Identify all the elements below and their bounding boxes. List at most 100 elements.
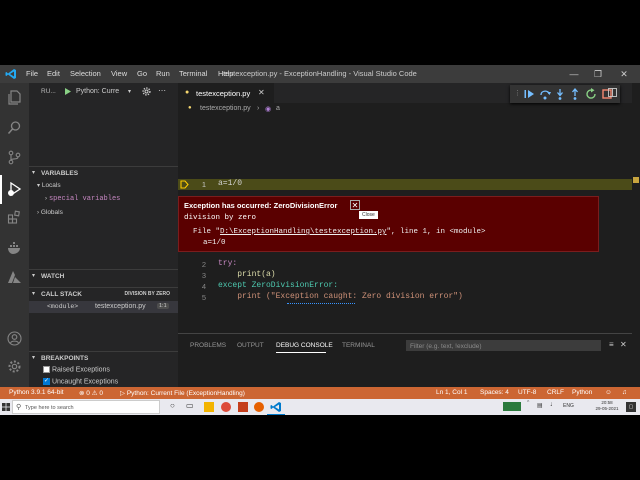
code-line[interactable]: print ("Exception caught: Zero division …	[218, 292, 463, 301]
watch-section-header[interactable]: ▾ WATCH	[29, 269, 178, 283]
taskbar-search-box[interactable]: ⚲ Type here to search	[12, 400, 160, 414]
tray-chevron-up-icon[interactable]: ˆ	[527, 401, 529, 408]
line-ending[interactable]: CRLF	[547, 389, 564, 396]
chevron-down-icon: ▾	[32, 273, 36, 279]
active-view-indicator	[0, 175, 2, 204]
minimize-button[interactable]: —	[562, 65, 586, 83]
menu-go[interactable]: Go	[137, 69, 147, 78]
breadcrumb: ● testexception.py › ◉ a	[178, 103, 632, 116]
close-exception-icon[interactable]: ✕	[350, 200, 360, 210]
menu-terminal[interactable]: Terminal	[179, 69, 207, 78]
app-icon[interactable]	[254, 402, 264, 412]
network-icon[interactable]: ▤	[537, 402, 543, 409]
close-tab-icon[interactable]: ✕	[258, 88, 265, 97]
cursor-position[interactable]: Ln 1, Col 1	[436, 389, 467, 396]
editor-area: ● testexception.py ✕ ● testexception.py …	[178, 83, 632, 333]
debug-toolbar: ⋮	[510, 85, 620, 103]
vscode-logo-icon[interactable]	[5, 68, 17, 80]
tab-terminal[interactable]: TERMINAL	[342, 342, 375, 349]
problems-indicator[interactable]: ⊗ 0 ⚠ 0	[79, 389, 103, 397]
tab-debug-console[interactable]: DEBUG CONSOLE	[276, 342, 333, 349]
code-line[interactable]: try:	[218, 259, 237, 268]
run-debug-icon[interactable]	[7, 182, 22, 197]
chevron-down-icon[interactable]: ▾	[128, 88, 131, 95]
error-count: 0	[86, 390, 90, 397]
menu-help[interactable]: Help	[218, 69, 233, 78]
feedback-icon[interactable]: ☺	[605, 389, 612, 396]
clear-console-icon[interactable]: ≡	[609, 340, 614, 349]
source-control-icon[interactable]	[7, 150, 22, 165]
explorer-icon[interactable]	[7, 90, 22, 105]
exception-title: Exception has occurred: ZeroDivisionErro…	[184, 201, 338, 210]
step-over-icon[interactable]	[539, 88, 551, 100]
debug-config-status[interactable]: ▷ Python: Current File (ExceptionHandlin…	[120, 389, 245, 397]
language-indicator[interactable]: ENG	[563, 403, 574, 409]
callstack-section-header[interactable]: ▾ CALL STACK DIVISION BY ZERO	[29, 287, 178, 301]
globals-scope[interactable]: › Globals	[37, 209, 63, 216]
extensions-icon[interactable]	[7, 210, 22, 225]
maximize-button[interactable]: ❐	[586, 65, 610, 83]
special-variables-item[interactable]: › special variables	[45, 195, 120, 203]
windows-start-icon[interactable]	[2, 403, 10, 411]
menu-file[interactable]: File	[26, 69, 38, 78]
filter-input[interactable]: Filter (e.g. text, !exclude)	[406, 340, 601, 351]
accounts-icon[interactable]	[7, 331, 22, 346]
split-editor-icon[interactable]	[608, 88, 617, 97]
notifications-bell-icon[interactable]: ♫	[622, 389, 627, 396]
menu-view[interactable]: View	[111, 69, 127, 78]
powerpoint-icon[interactable]	[238, 402, 248, 412]
menu-run[interactable]: Run	[156, 69, 170, 78]
menu-selection[interactable]: Selection	[70, 69, 101, 78]
start-debugging-icon[interactable]	[63, 87, 72, 96]
continue-icon[interactable]	[523, 88, 535, 100]
variables-section-header[interactable]: ▾ VARIABLES	[29, 166, 178, 180]
menu-edit[interactable]: Edit	[47, 69, 60, 78]
language-mode[interactable]: Python	[572, 389, 592, 396]
code-line[interactable]: a=1/0	[218, 179, 242, 188]
trace-code: a=1/0	[203, 239, 226, 247]
editor-scrollbar[interactable]	[632, 83, 640, 387]
step-out-icon[interactable]	[569, 88, 581, 100]
encoding[interactable]: UTF-8	[518, 389, 536, 396]
locals-scope[interactable]: ▾ Locals	[37, 182, 61, 189]
settings-gear-icon[interactable]	[7, 359, 22, 374]
python-interpreter[interactable]: Python 3.9.1 64-bit	[9, 389, 64, 396]
chrome-icon[interactable]	[221, 402, 231, 412]
run-config-select[interactable]: Python: Curre	[76, 88, 119, 95]
checkbox-checked[interactable]: ✓	[43, 378, 50, 385]
task-view-icon[interactable]: ○	[170, 401, 175, 410]
search-icon[interactable]	[7, 120, 22, 135]
drag-handle-icon[interactable]: ⋮	[514, 89, 521, 97]
file-explorer-icon[interactable]	[204, 402, 214, 412]
frame-file: testexception.py	[95, 303, 146, 310]
more-actions-icon[interactable]: ⋯	[158, 86, 166, 95]
multitask-icon[interactable]: ▭	[186, 401, 194, 410]
checkbox-unchecked[interactable]	[43, 366, 50, 373]
notifications-icon[interactable]: ▢	[626, 402, 636, 412]
close-panel-icon[interactable]: ✕	[620, 340, 627, 349]
restart-icon[interactable]	[585, 88, 597, 100]
breakpoints-section-header[interactable]: ▾ BREAKPOINTS	[29, 351, 178, 365]
chevron-down-icon: ▾	[32, 291, 36, 297]
close-window-button[interactable]: ✕	[612, 65, 636, 83]
system-tray-app-icon[interactable]	[503, 402, 521, 411]
breadcrumb-file[interactable]: testexception.py	[200, 105, 251, 112]
code-line[interactable]: print(a)	[218, 270, 275, 279]
vscode-taskbar-icon[interactable]	[270, 401, 282, 413]
azure-icon[interactable]	[7, 270, 22, 285]
breakpoint-raised-exceptions[interactable]: Raised Exceptions	[43, 366, 110, 373]
breadcrumb-symbol[interactable]: a	[276, 105, 280, 112]
taskbar-clock[interactable]: 20:58 29-05-2021	[590, 400, 624, 412]
callstack-frame[interactable]: <module> testexception.py 1:1	[29, 301, 178, 313]
volume-icon[interactable]: ♩	[550, 401, 557, 408]
settings-gear-icon[interactable]	[142, 87, 151, 96]
editor-tab[interactable]: ● testexception.py ✕	[178, 83, 274, 103]
trace-file-link[interactable]: D:\ExceptionHandling\testexception.py	[220, 228, 387, 236]
breakpoint-uncaught-exceptions[interactable]: ✓ Uncaught Exceptions	[43, 378, 118, 385]
tab-output[interactable]: OUTPUT	[237, 342, 264, 349]
docker-icon[interactable]	[7, 240, 22, 255]
indentation[interactable]: Spaces: 4	[480, 389, 509, 396]
step-into-icon[interactable]	[554, 88, 566, 100]
tab-problems[interactable]: PROBLEMS	[190, 342, 226, 349]
code-line[interactable]: except ZeroDivisionError:	[218, 281, 338, 290]
